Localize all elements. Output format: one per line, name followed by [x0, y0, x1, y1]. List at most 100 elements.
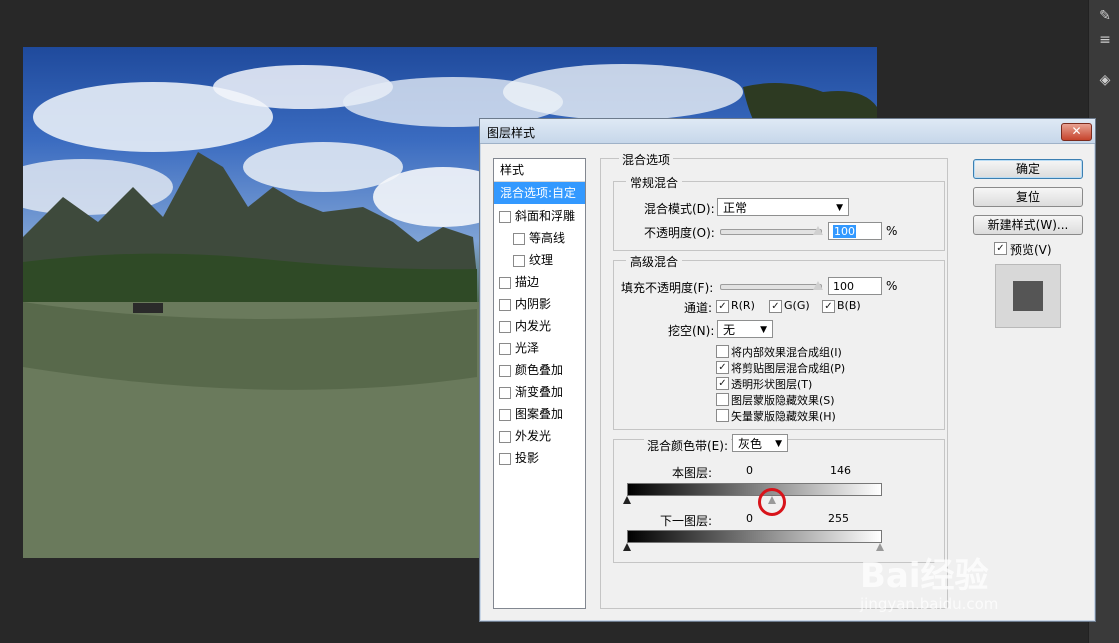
style-item[interactable]: 纹理: [494, 249, 585, 271]
style-item[interactable]: 图案叠加: [494, 403, 585, 425]
advanced-option-checkbox[interactable]: ✓: [716, 377, 729, 390]
style-item-label: 投影: [515, 451, 540, 465]
new-style-button[interactable]: 新建样式(W)...: [973, 215, 1083, 235]
advanced-blending-group: 高级混合 填充不透明度(F): 100 % 通道: ✓ R(R) ✓ G(G) …: [613, 253, 945, 430]
this-layer-label: 本图层:: [672, 466, 713, 480]
style-item[interactable]: 外发光: [494, 425, 585, 447]
style-item-checkbox[interactable]: [499, 277, 511, 289]
style-item-checkbox[interactable]: [499, 387, 511, 399]
general-blending-group: 常规混合 混合模式(D): 正常 ▼ 不透明度(O): 100 %: [613, 174, 945, 251]
blending-options-panel: 混合选项 常规混合 混合模式(D): 正常 ▼ 不透明度(O): 100 % 高…: [600, 151, 948, 609]
style-item-checkbox[interactable]: [513, 233, 525, 245]
advanced-option-label: 矢量蒙版隐藏效果(H): [731, 410, 836, 423]
channels-label: 通道:: [684, 301, 713, 315]
this-layer-low-value: 0: [746, 464, 753, 477]
dialog-titlebar[interactable]: 图层样式 ✕: [480, 119, 1095, 144]
style-item-checkbox[interactable]: [513, 255, 525, 267]
opacity-slider-thumb[interactable]: [813, 226, 823, 235]
style-item[interactable]: 斜面和浮雕: [494, 205, 585, 227]
underlying-layer-gradient: [627, 530, 882, 543]
advanced-option-checkbox[interactable]: [716, 409, 729, 422]
opacity-slider[interactable]: [720, 229, 822, 235]
fill-opacity-slider-thumb[interactable]: [813, 281, 823, 290]
general-blending-title: 常规混合: [626, 174, 683, 191]
chevron-down-icon: ▼: [836, 203, 843, 213]
this-layer-black-slider[interactable]: [623, 496, 631, 504]
style-item-label: 纹理: [529, 253, 554, 267]
opacity-value: 100: [833, 225, 856, 238]
style-item-checkbox[interactable]: [499, 343, 511, 355]
channel-g-checkbox[interactable]: ✓: [769, 300, 782, 313]
advanced-option-checkbox[interactable]: ✓: [716, 361, 729, 374]
baidu-watermark-url: jingyan.baidu.com: [860, 595, 999, 613]
blend-mode-select[interactable]: 正常 ▼: [717, 198, 849, 216]
fill-opacity-percent: %: [886, 279, 898, 293]
adjustments-icon[interactable]: ≡: [1097, 32, 1113, 48]
advanced-blending-title: 高级混合: [626, 253, 683, 270]
knockout-value: 无: [723, 323, 736, 337]
style-item[interactable]: 光泽: [494, 337, 585, 359]
underlying-high-value: 255: [828, 512, 849, 525]
style-item[interactable]: 内发光: [494, 315, 585, 337]
dialog-title: 图层样式: [487, 126, 536, 140]
blend-if-label: 混合颜色带(E):: [644, 437, 731, 454]
styles-header[interactable]: 样式: [494, 159, 585, 182]
channel-r-checkbox[interactable]: ✓: [716, 300, 729, 313]
style-item[interactable]: 内阴影: [494, 293, 585, 315]
style-item-label: 内阴影: [515, 297, 552, 311]
style-item-label: 颜色叠加: [515, 363, 564, 377]
this-layer-high-value: 146: [830, 464, 851, 477]
styles-header-label: 样式: [500, 163, 525, 177]
3d-cube-icon[interactable]: ◈: [1097, 72, 1113, 88]
style-item-label: 斜面和浮雕: [515, 209, 576, 223]
style-item-label: 外发光: [515, 429, 552, 443]
style-item-label: 混合选项:自定: [500, 186, 577, 200]
style-item[interactable]: 描边: [494, 271, 585, 293]
blend-if-select[interactable]: 灰色 ▼: [732, 434, 788, 452]
style-item-blending-options[interactable]: 混合选项:自定: [494, 182, 585, 204]
blend-if-group: 混合颜色带(E): 灰色 ▼ 本图层: 0 146 下一图层: 0 255: [613, 434, 945, 563]
style-item-label: 描边: [515, 275, 540, 289]
chevron-down-icon: ▼: [760, 325, 767, 335]
fill-opacity-input[interactable]: 100: [828, 277, 882, 295]
blending-options-title: 混合选项: [619, 151, 674, 168]
style-item[interactable]: 等高线: [494, 227, 585, 249]
knockout-label: 挖空(N):: [668, 324, 715, 338]
style-item-checkbox[interactable]: [499, 453, 511, 465]
style-item-label: 渐变叠加: [515, 385, 564, 399]
channel-b-checkbox[interactable]: ✓: [822, 300, 835, 313]
opacity-label: 不透明度(O):: [644, 226, 715, 240]
fill-opacity-slider[interactable]: [720, 284, 822, 290]
underlying-black-slider[interactable]: [623, 543, 631, 551]
preview-label: 预览(V): [1010, 243, 1052, 257]
channel-g-label: G(G): [784, 299, 810, 312]
style-item-label: 内发光: [515, 319, 552, 333]
fill-opacity-value: 100: [833, 280, 854, 293]
style-item-checkbox[interactable]: [499, 365, 511, 377]
reset-button[interactable]: 复位: [973, 187, 1083, 207]
style-item-checkbox[interactable]: [499, 431, 511, 443]
baidu-watermark-logo: Bai经验: [860, 556, 989, 596]
style-item[interactable]: 渐变叠加: [494, 381, 585, 403]
style-item[interactable]: 颜色叠加: [494, 359, 585, 381]
advanced-option-checkbox[interactable]: [716, 345, 729, 358]
brush-presets-icon[interactable]: ✎: [1097, 8, 1113, 24]
knockout-select[interactable]: 无 ▼: [717, 320, 773, 338]
advanced-option-checkbox[interactable]: [716, 393, 729, 406]
ok-button[interactable]: 确定: [973, 159, 1083, 179]
close-button[interactable]: ✕: [1061, 123, 1092, 141]
style-item-label: 等高线: [529, 231, 566, 245]
style-item-checkbox[interactable]: [499, 211, 511, 223]
style-item-label: 光泽: [515, 341, 540, 355]
blend-if-value: 灰色: [738, 437, 763, 451]
style-item-checkbox[interactable]: [499, 409, 511, 421]
style-item-checkbox[interactable]: [499, 299, 511, 311]
underlying-low-value: 0: [746, 512, 753, 525]
channel-r-label: R(R): [731, 299, 755, 312]
style-item[interactable]: 投影: [494, 447, 585, 469]
highlight-circle: [757, 488, 786, 516]
preview-checkbox[interactable]: ✓: [994, 242, 1007, 255]
style-item-checkbox[interactable]: [499, 321, 511, 333]
opacity-input[interactable]: 100: [828, 222, 882, 240]
chevron-down-icon: ▼: [775, 439, 782, 449]
